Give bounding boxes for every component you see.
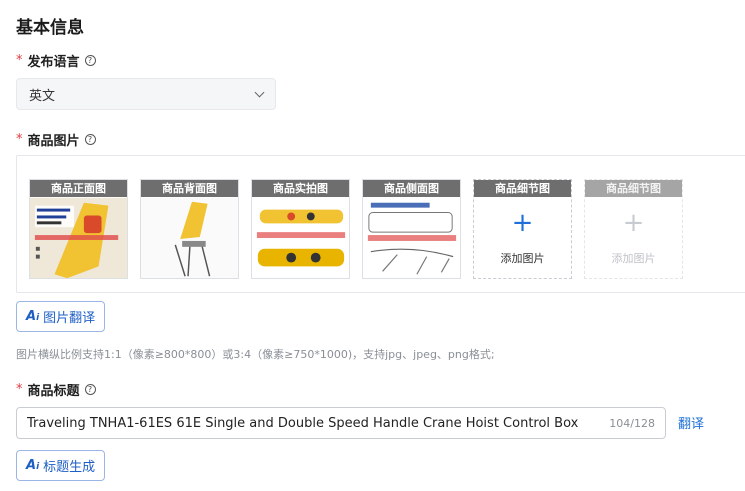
help-icon[interactable]: ? [84,134,96,145]
images-label-row: * 商品图片 ? [16,130,96,149]
required-mark: * [16,382,23,397]
title-generate-label: 标题生成 [43,460,96,475]
product-photo-side [363,197,460,278]
help-icon[interactable]: ? [84,384,96,395]
slot-label: 商品实拍图 [252,180,349,197]
image-slot-front[interactable]: 商品正面图 [29,179,128,279]
language-label: 发布语言 [27,55,80,70]
image-slot-back[interactable]: 商品背面图 [140,179,239,279]
title-generate-button[interactable]: Ai 标题生成 [16,450,106,481]
slot-label: 商品正面图 [30,180,127,197]
language-label-row: * 发布语言 ? [16,51,96,70]
section-title: 基本信息 [16,18,84,38]
required-mark: * [16,132,23,147]
slot-label: 商品细节图 [585,180,682,197]
plus-icon: + [511,208,534,238]
image-translate-label: 图片翻译 [43,311,96,326]
add-image-text: 添加图片 [611,252,656,265]
required-mark: * [16,53,23,68]
ai-icon: Ai [26,309,40,324]
image-translate-button[interactable]: Ai 图片翻译 [16,301,106,332]
chevron-down-icon [254,87,265,97]
translate-link[interactable]: 翻译 [678,413,704,432]
image-slot-side[interactable]: 商品侧面图 [362,179,461,279]
char-counter: 104/128 [609,416,655,430]
slot-label: 商品细节图 [474,180,571,197]
slot-label: 商品背面图 [141,180,238,197]
language-select[interactable]: 英文 [16,78,276,110]
product-photo-back [141,197,238,278]
title-input[interactable]: Traveling TNHA1-61ES 61E Single and Doub… [16,407,666,439]
images-label: 商品图片 [27,134,80,149]
slot-label: 商品侧面图 [363,180,460,197]
product-photo-real [252,197,349,278]
product-photo-front [30,197,127,278]
image-slot-detail-add[interactable]: 商品细节图 + 添加图片 [473,179,572,279]
ai-icon: Ai [26,458,40,473]
title-label: 商品标题 [27,384,80,399]
language-value: 英文 [29,88,56,104]
image-slot-real[interactable]: 商品实拍图 [251,179,350,279]
help-icon[interactable]: ? [84,55,96,66]
image-hint: 图片横纵比例支持1:1（像素≥800*800）或3:4（像素≥750*1000)… [16,348,495,361]
title-value: Traveling TNHA1-61ES 61E Single and Doub… [27,415,579,431]
add-image-text: 添加图片 [500,252,545,265]
title-label-row: * 商品标题 ? [16,380,96,399]
plus-icon: + [622,208,645,238]
image-slot-detail-add-disabled: 商品细节图 + 添加图片 [584,179,683,279]
